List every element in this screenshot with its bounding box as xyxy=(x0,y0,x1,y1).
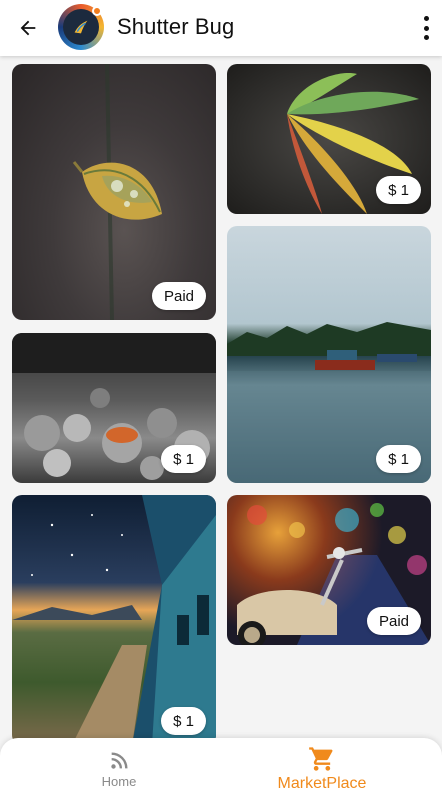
photo-card-lake-boats[interactable]: $ 1 xyxy=(227,226,431,483)
price-badge: Paid xyxy=(151,282,206,310)
app-logo xyxy=(58,4,104,50)
price-badge: $ 1 xyxy=(161,707,206,735)
bottom-navigation: Home MarketPlace xyxy=(0,738,442,800)
price-badge: $ 1 xyxy=(376,445,421,473)
photo-card-scooter-bokeh[interactable]: Paid xyxy=(227,495,431,645)
nav-marketplace-label: MarketPlace xyxy=(277,775,367,792)
back-arrow-icon[interactable] xyxy=(14,14,42,42)
shopping-cart-icon xyxy=(309,747,333,771)
rss-feed-icon xyxy=(111,751,128,769)
photo-card-colorful-leaves[interactable]: $ 1 xyxy=(227,64,431,214)
top-app-bar: Shutter Bug xyxy=(0,0,442,56)
price-badge: Paid xyxy=(366,607,421,635)
more-options-icon[interactable] xyxy=(422,14,430,42)
price-badge: $ 1 xyxy=(161,445,206,473)
nav-item-home[interactable]: Home xyxy=(60,738,178,800)
photo-card-pottery-shop[interactable]: $ 1 xyxy=(12,333,216,483)
price-badge: $ 1 xyxy=(376,176,421,204)
photo-card-train-night-sky[interactable]: $ 1 xyxy=(12,495,216,745)
nav-item-marketplace[interactable]: MarketPlace xyxy=(262,738,382,800)
photo-card-leaf-drops[interactable]: Paid xyxy=(12,64,216,320)
app-title: Shutter Bug xyxy=(117,14,235,39)
nav-home-label: Home xyxy=(101,773,137,789)
app-root: Shutter Bug Paid $ 1 $ 1 $ 1 $ 1 Paid Ho… xyxy=(0,0,442,800)
